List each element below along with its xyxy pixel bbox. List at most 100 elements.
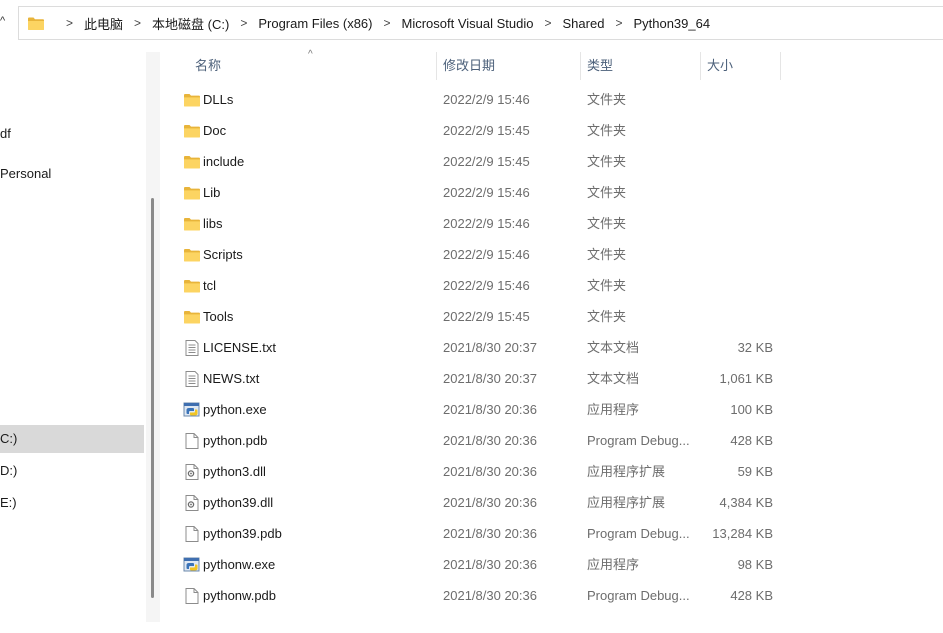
nav-item[interactable]: df: [0, 124, 11, 144]
column-header-date[interactable]: 修改日期: [443, 52, 495, 80]
file-type: 应用程序: [587, 557, 640, 572]
file-name: include: [203, 154, 245, 169]
file-name: pythonw.pdb: [203, 588, 277, 603]
file-name: pythonw.exe: [203, 557, 276, 572]
file-modified-date: 2021/8/30 20:36: [443, 495, 537, 510]
address-bar[interactable]: > 此电脑 > 本地磁盘 (C:) > Program Files (x86) …: [18, 6, 943, 40]
chevron-right-icon[interactable]: >: [231, 16, 256, 30]
file-type: 文件夹: [587, 92, 627, 107]
breadcrumb-item[interactable]: 本地磁盘 (C:): [150, 14, 231, 33]
nav-selection-highlight: [0, 425, 144, 453]
file-row[interactable]: Tools 2022/2/9 15:45 文件夹: [176, 301, 943, 332]
file-size: 428 KB: [730, 588, 773, 603]
folder-icon: [183, 278, 201, 294]
file-modified-date: 2021/8/30 20:36: [443, 588, 537, 603]
chevron-right-icon[interactable]: >: [125, 16, 150, 30]
folder-icon: [183, 154, 201, 170]
file-name: Doc: [203, 123, 227, 138]
column-divider[interactable]: [436, 52, 437, 80]
file-type: 文件夹: [587, 185, 627, 200]
file-type: 应用程序: [587, 402, 640, 417]
column-header-type[interactable]: 类型: [587, 52, 613, 80]
blank-file-icon: [183, 433, 201, 449]
file-type: 文件夹: [587, 154, 627, 169]
file-row[interactable]: Doc 2022/2/9 15:45 文件夹: [176, 115, 943, 146]
breadcrumb-item-current[interactable]: Python39_64: [631, 16, 712, 31]
blank-file-icon: [183, 526, 201, 542]
file-name: Scripts: [203, 247, 243, 262]
nav-item-drive-c[interactable]: C:): [0, 429, 17, 449]
nav-item-drive-d[interactable]: D:): [0, 461, 17, 481]
file-row[interactable]: libs 2022/2/9 15:46 文件夹: [176, 208, 943, 239]
file-row[interactable]: DLLs 2022/2/9 15:46 文件夹: [176, 84, 943, 115]
file-row[interactable]: tcl 2022/2/9 15:46 文件夹: [176, 270, 943, 301]
column-header-size[interactable]: 大小: [707, 52, 733, 80]
file-name: python3.dll: [203, 464, 266, 479]
dll-file-icon: [183, 495, 201, 511]
text-file-icon: [183, 340, 201, 356]
file-name: python.exe: [203, 402, 267, 417]
file-row[interactable]: LICENSE.txt 2021/8/30 20:37 文本文档 32 KB: [176, 332, 943, 363]
file-name: NEWS.txt: [203, 371, 260, 386]
column-header: ^ 名称 修改日期 类型 大小: [160, 49, 943, 80]
chevron-right-icon[interactable]: >: [606, 16, 631, 30]
file-row[interactable]: include 2022/2/9 15:45 文件夹: [176, 146, 943, 177]
file-row[interactable]: Scripts 2022/2/9 15:46 文件夹: [176, 239, 943, 270]
file-modified-date: 2022/2/9 15:45: [443, 309, 530, 324]
file-size: 98 KB: [737, 557, 773, 572]
dll-file-icon: [183, 464, 201, 480]
chevron-up-icon[interactable]: ^: [0, 14, 8, 28]
column-divider[interactable]: [580, 52, 581, 80]
file-type: 应用程序扩展: [587, 464, 666, 479]
file-modified-date: 2021/8/30 20:36: [443, 557, 537, 572]
column-divider[interactable]: [780, 52, 781, 80]
folder-icon: [183, 123, 201, 139]
file-type: Program Debug...: [587, 433, 690, 448]
file-modified-date: 2021/8/30 20:36: [443, 526, 537, 541]
file-modified-date: 2021/8/30 20:36: [443, 464, 537, 479]
breadcrumb-item[interactable]: 此电脑: [82, 14, 125, 33]
file-modified-date: 2021/8/30 20:37: [443, 371, 537, 386]
file-name: DLLs: [203, 92, 234, 107]
chevron-right-icon[interactable]: >: [57, 16, 82, 30]
file-modified-date: 2022/2/9 15:46: [443, 278, 530, 293]
file-row[interactable]: python.exe 2021/8/30 20:36 应用程序 100 KB: [176, 394, 943, 425]
nav-item-drive-e[interactable]: E:): [0, 493, 17, 513]
text-file-icon: [183, 371, 201, 387]
file-name: libs: [203, 216, 223, 231]
file-row[interactable]: python39.pdb 2021/8/30 20:36 Program Debug…: [176, 518, 943, 549]
file-row[interactable]: python3.dll 2021/8/30 20:36 应用程序扩展 59 KB: [176, 456, 943, 487]
chevron-right-icon[interactable]: >: [374, 16, 399, 30]
file-type: 文件夹: [587, 216, 627, 231]
file-name: tcl: [203, 278, 216, 293]
file-row[interactable]: pythonw.exe 2021/8/30 20:36 应用程序 98 KB: [176, 549, 943, 580]
breadcrumb-item[interactable]: Program Files (x86): [256, 16, 374, 31]
nav-scrollbar-thumb[interactable]: [151, 198, 154, 598]
file-row[interactable]: Lib 2022/2/9 15:46 文件夹: [176, 177, 943, 208]
breadcrumb-item[interactable]: Microsoft Visual Studio: [400, 16, 536, 31]
file-row[interactable]: pythonw.pdb 2021/8/30 20:36 Program Debug.…: [176, 580, 943, 611]
folder-icon: [28, 17, 44, 30]
file-type: 文件夹: [587, 278, 627, 293]
navigation-pane: df Personal C:) D:) E:): [0, 46, 146, 633]
chevron-right-icon[interactable]: >: [536, 16, 561, 30]
file-modified-date: 2022/2/9 15:45: [443, 154, 530, 169]
file-row[interactable]: python39.dll 2021/8/30 20:36 应用程序扩展 4,384 K…: [176, 487, 943, 518]
breadcrumb-item[interactable]: Shared: [561, 16, 607, 31]
file-type: 文件夹: [587, 247, 627, 262]
blank-file-icon: [183, 588, 201, 604]
nav-item-personal[interactable]: Personal: [0, 164, 51, 184]
folder-icon: [183, 216, 201, 232]
column-header-name[interactable]: 名称: [195, 52, 221, 80]
file-modified-date: 2022/2/9 15:45: [443, 123, 530, 138]
column-divider[interactable]: [700, 52, 701, 80]
folder-icon: [183, 92, 201, 108]
file-type: Program Debug...: [587, 526, 690, 541]
file-row[interactable]: NEWS.txt 2021/8/30 20:37 文本文档 1,061 KB: [176, 363, 943, 394]
file-size: 59 KB: [737, 464, 773, 479]
folder-icon: [183, 247, 201, 263]
file-name: python39.pdb: [203, 526, 282, 541]
file-name: Tools: [203, 309, 234, 324]
file-row[interactable]: python.pdb 2021/8/30 20:36 Program Debug..…: [176, 425, 943, 456]
file-type: 文件夹: [587, 309, 627, 324]
